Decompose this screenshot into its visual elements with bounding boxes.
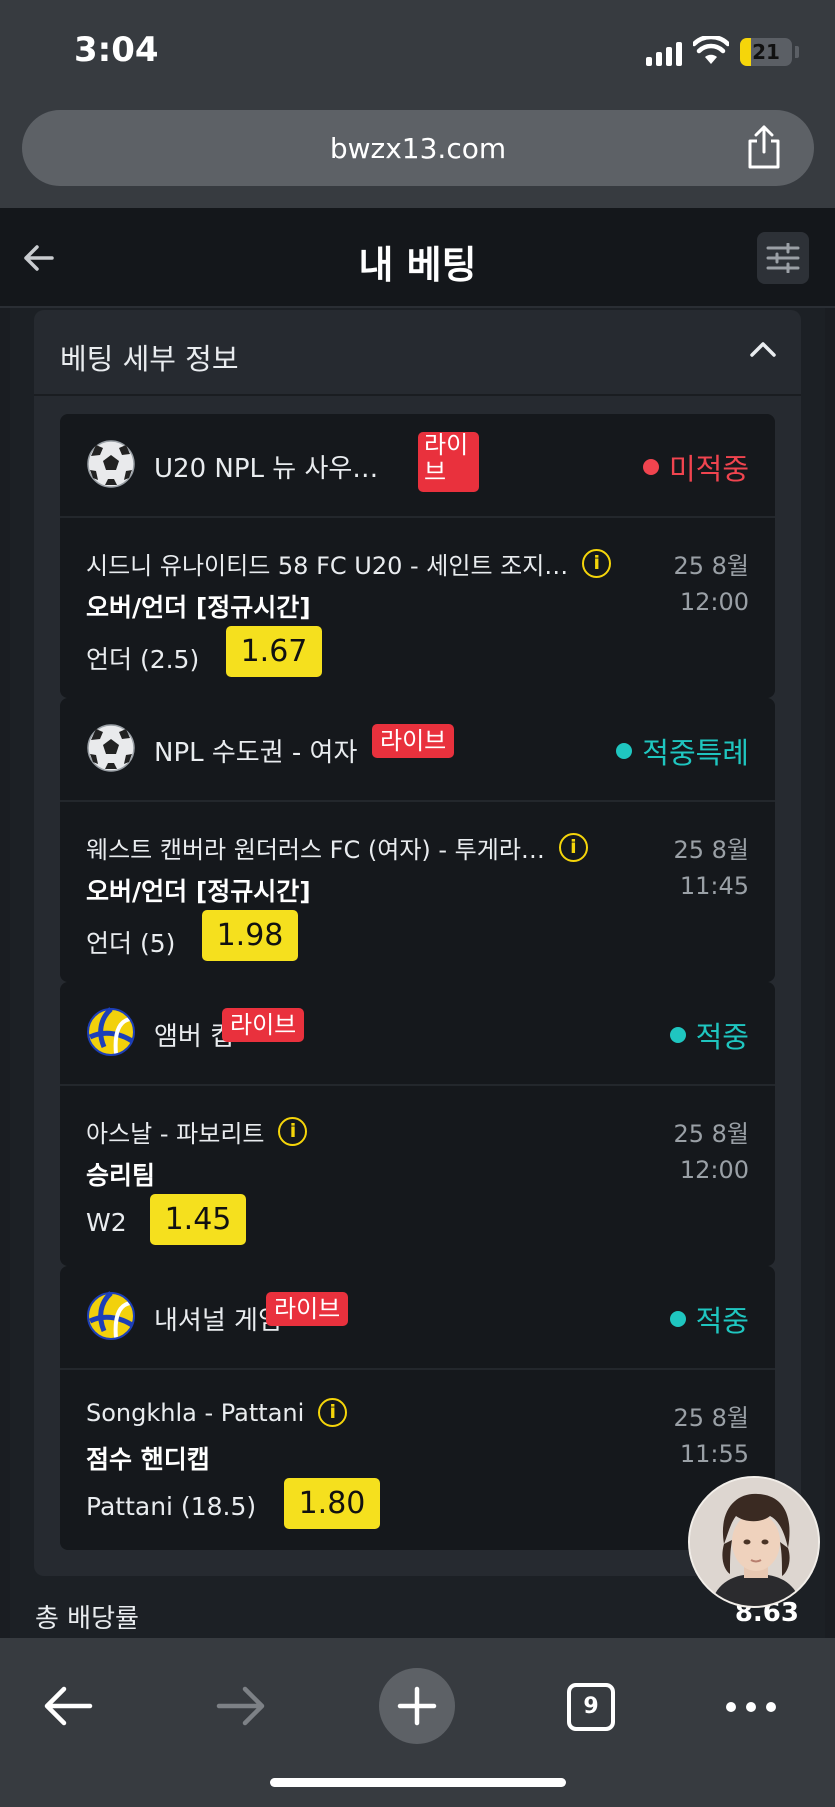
volleyball-icon [87,1291,135,1340]
new-tab-button[interactable] [379,1668,455,1744]
url-text: bwzx13.com [329,132,507,165]
bet-status-label: 적중 [695,1304,749,1338]
sliders-icon [766,243,800,273]
bet-card[interactable]: NPL 수도권 - 여자 라이브 적중특례 웨스트 캔버라 원더러스 FC (여… [60,698,775,982]
bet-status-win: 적중특례 [616,730,749,772]
status-dot [669,1027,686,1043]
plus-icon [397,1686,437,1726]
bet-status-label: 미적중 [668,452,749,486]
odds-badge: 1.80 [284,1478,380,1529]
volleyball-icon [87,1007,135,1056]
bet-card-header: 앰버 컵 라이브 적중 [60,982,775,1086]
total-odds-label: 총 배당률 [35,1604,139,1634]
live-badge: 라이 브 [418,432,479,492]
more-options-icon[interactable] [726,1702,776,1712]
browser-forward-icon[interactable] [215,1684,267,1728]
match-teams: 시드니 유나이티드 58 FC U20 - 세인트 조지… [86,552,569,580]
live-badge: 라이브 [222,1008,305,1042]
bet-status-label: 적중특례 [642,736,749,770]
market-name: 오버/언더 [정규시간] [86,877,311,906]
market-name: 점수 핸디캡 [86,1445,210,1474]
info-icon[interactable]: i [558,833,588,862]
live-badge: 라이브 [372,724,455,758]
status-time: 3:04 [74,30,159,70]
match-date: 25 8월 [673,552,749,580]
league-name: 내셔널 게임 [154,1306,282,1336]
odds-badge: 1.98 [202,910,298,961]
info-icon[interactable]: i [278,1117,308,1146]
odds-badge: 1.45 [150,1194,246,1245]
match-time: 12:00 [679,1156,749,1184]
info-icon[interactable]: i [582,549,612,578]
browser-back-icon[interactable] [42,1684,94,1728]
match-name: 시드니 유나이티드 58 FC U20 - 세인트 조지… i [86,546,612,581]
chevron-up-icon[interactable] [749,340,777,358]
odds-badge: 1.67 [226,626,322,677]
match-name: Songkhla - Pattani i [86,1398,348,1427]
app-header: 내 베팅 [0,208,835,308]
avatar-portrait [690,1478,818,1606]
battery-tip [795,46,799,58]
wifi-icon [693,36,729,64]
status-dot [616,743,633,759]
panel-title: 베팅 세부 정보 [60,342,239,376]
match-date: 25 8월 [673,1120,749,1148]
bet-details-panel: 베팅 세부 정보 U20 NPL 뉴 사우… 라이 브 미적중 시드니 유나이티… [34,310,801,1576]
market-name: 오버/언더 [정규시간] [86,593,311,622]
bet-pick: W2 [86,1208,127,1237]
support-avatar-button[interactable] [688,1476,820,1608]
bet-card[interactable]: U20 NPL 뉴 사우… 라이 브 미적중 시드니 유나이티드 58 FC U… [60,414,775,698]
bet-status-lose: 미적중 [642,446,749,488]
match-name: 웨스트 캔버라 원더러스 FC (여자) - 투게라… i [86,830,588,865]
bet-card-header: NPL 수도권 - 여자 라이브 적중특례 [60,698,775,802]
bet-status-win: 적중 [669,1298,749,1340]
match-date: 25 8월 [673,836,749,864]
share-icon[interactable] [744,124,784,170]
panel-header[interactable]: 베팅 세부 정보 [34,310,801,396]
live-badge-line-2: 브 [424,458,447,486]
battery-icon: 21 [740,38,792,66]
bet-card-header: U20 NPL 뉴 사우… 라이 브 미적중 [60,414,775,518]
market-name: 승리팀 [86,1161,156,1190]
soccer-ball-icon [87,440,135,488]
address-bar[interactable]: bwzx13.com [22,110,814,186]
match-teams: Songkhla - Pattani [86,1398,305,1427]
match-name: 아스날 - 파보리트 i [86,1114,308,1149]
info-icon[interactable]: i [318,1398,348,1427]
status-dot [642,459,659,475]
bet-card[interactable]: 내셔널 게임 라이브 적중 Songkhla - Pattani i 25 8월… [60,1266,775,1550]
cellular-signal-icon [646,40,682,66]
match-date: 25 8월 [673,1404,749,1432]
home-indicator [270,1778,566,1787]
browser-chrome: bwzx13.com [0,100,835,208]
battery-percent: 21 [752,40,780,64]
status-dot [669,1311,686,1327]
match-time: 12:00 [679,588,749,616]
browser-toolbar: 9 [0,1638,835,1807]
bet-pick: 언더 (5) [86,929,176,958]
bet-card-header: 내셔널 게임 라이브 적중 [60,1266,775,1370]
page-title: 내 베팅 [358,243,477,287]
league-name: NPL 수도권 - 여자 [154,738,358,768]
live-badge-line-1: 라이 [424,431,469,459]
bet-details-content[interactable]: 베팅 세부 정보 U20 NPL 뉴 사우… 라이 브 미적중 시드니 유나이티… [10,308,825,1638]
filter-button[interactable] [757,232,809,284]
bet-status-win: 적중 [669,1014,749,1056]
league-name: U20 NPL 뉴 사우… [154,454,379,484]
match-teams: 아스날 - 파보리트 [86,1120,265,1148]
live-badge: 라이브 [266,1292,349,1326]
soccer-ball-icon [87,724,135,772]
status-bar: 3:04 21 [0,0,835,100]
match-time: 11:45 [679,872,749,900]
bet-status-label: 적중 [695,1020,749,1054]
match-teams: 웨스트 캔버라 원더러스 FC (여자) - 투게라… [86,836,545,864]
match-time: 11:55 [679,1440,749,1468]
bet-pick: Pattani (18.5) [86,1492,257,1521]
tabs-count-button[interactable]: 9 [567,1683,615,1731]
bet-pick: 언더 (2.5) [86,645,200,674]
bet-card[interactable]: 앰버 컵 라이브 적중 아스날 - 파보리트 i 25 8월 승리팀 12:00… [60,982,775,1266]
